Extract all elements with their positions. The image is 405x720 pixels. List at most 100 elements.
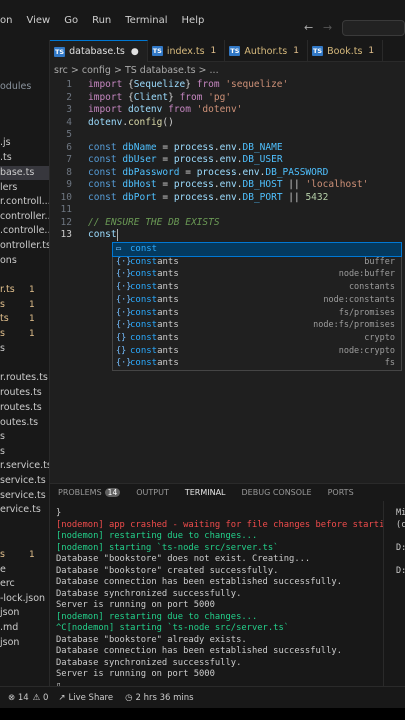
explorer-item[interactable]: ts	[0, 312, 9, 326]
command-center-search[interactable]	[342, 20, 405, 36]
suggestion-item[interactable]: {·} constants node:buffer	[113, 268, 401, 281]
tab-index[interactable]: TS index.ts 1	[148, 40, 226, 62]
explorer-item[interactable]: r.service.ts	[0, 459, 49, 473]
explorer-item[interactable]: erc	[0, 577, 15, 591]
explorer-item[interactable]: ontroller.ts	[0, 239, 49, 253]
suggestion-item[interactable]: {·} constants node:fs/promises	[113, 319, 401, 332]
explorer-item[interactable]: routes.ts	[0, 386, 42, 400]
line-number: 1	[66, 79, 72, 90]
code-line[interactable]: const dbPassword = process.env.DB_PASSWO…	[88, 167, 328, 180]
terminal-output[interactable]: } [nodemon] app crashed - waiting for fil…	[50, 501, 383, 686]
errors-status[interactable]: ⊗ 14	[8, 693, 29, 703]
suggestion-item[interactable]: {·} constants fs	[113, 357, 401, 370]
explorer-item[interactable]: s	[0, 342, 5, 356]
suggestion-item[interactable]: {·} constants buffer	[113, 256, 401, 269]
tab-book[interactable]: TS Book.ts 1	[308, 40, 384, 62]
explorer-item[interactable]: s	[0, 445, 5, 459]
explorer-item[interactable]: ervice.ts	[0, 503, 41, 517]
text-cursor	[117, 229, 118, 241]
explorer-item[interactable]: r.controll...	[0, 195, 49, 209]
suggestion-item[interactable]: {·} constants node:constants	[113, 294, 401, 307]
tab-problems[interactable]: PROBLEMS 14	[58, 488, 121, 497]
tab-database[interactable]: TS database.ts ●	[50, 40, 148, 62]
clock-icon: ◷	[125, 692, 133, 703]
explorer-item[interactable]: s	[0, 548, 5, 562]
explorer-item[interactable]: r.ts	[0, 283, 15, 297]
suggestion-item[interactable]: {·} constants constants	[113, 281, 401, 294]
code-token: // ENSURE THE DB EXISTS	[88, 216, 220, 228]
session-timer[interactable]: 2 hrs 36 mins	[136, 693, 194, 703]
explorer-item[interactable]: outes.ts	[0, 416, 38, 430]
suggestion-detail: fs/promises	[338, 307, 395, 318]
tab-debug-console[interactable]: DEBUG CONSOLE	[242, 488, 312, 497]
suggestion-item[interactable]: {} constants crypto	[113, 332, 401, 345]
tab-label: Book.ts	[327, 45, 363, 57]
explorer-item[interactable]: ons	[0, 254, 17, 268]
forward-arrow-icon[interactable]: →	[323, 21, 332, 34]
line-number: 2	[66, 91, 72, 103]
line-number: 9	[66, 179, 72, 190]
code-line[interactable]: const dbHost = process.env.DB_HOST || 'l…	[88, 179, 368, 192]
code-token: config	[128, 116, 163, 128]
code-line[interactable]: import {Sequelize} from 'sequelize'	[88, 79, 288, 92]
line-number: 4	[66, 116, 72, 128]
suggestion-item[interactable]: {} constants node:crypto	[113, 345, 401, 358]
code-line[interactable]: const dbUser = process.env.DB_USER	[88, 154, 283, 167]
suggestion-label: constants	[130, 332, 179, 343]
terminal-side-pane[interactable]: Mi(c D: D:	[383, 501, 405, 686]
explorer-item[interactable]: s	[0, 298, 5, 312]
suggestion-item[interactable]: {·} constants fs/promises	[113, 307, 401, 320]
side-terminal-line: (c	[396, 519, 405, 530]
tab-ports[interactable]: PORTS	[328, 488, 354, 497]
explorer-item[interactable]: .controlle...	[0, 224, 49, 238]
explorer-item[interactable]: s	[0, 327, 5, 341]
explorer-item[interactable]: json	[0, 606, 19, 620]
warnings-status[interactable]: ⚠ 0	[33, 693, 49, 703]
tab-author[interactable]: TS Author.ts 1	[225, 40, 308, 62]
tab-output[interactable]: OUTPUT	[136, 488, 169, 497]
explorer-item[interactable]: odules	[0, 80, 31, 94]
explorer-item[interactable]: service.ts	[0, 489, 46, 503]
menu-go[interactable]: Go	[64, 15, 78, 26]
unsaved-dot: ●	[130, 46, 139, 57]
autocomplete-suggestions: ▭ const {·} constants buffer {·} constants node…	[112, 242, 402, 371]
code-line[interactable]: // ENSURE THE DB EXISTS	[88, 217, 220, 230]
menu-run[interactable]: Run	[92, 15, 111, 26]
explorer-item[interactable]: lers	[0, 181, 17, 195]
explorer-item[interactable]: .js	[0, 136, 11, 150]
menu-item[interactable]: on	[0, 15, 12, 26]
menu-view[interactable]: View	[26, 15, 50, 26]
explorer-item[interactable]: .ts	[0, 151, 12, 165]
terminal-line: Server is running on port 5000	[56, 600, 215, 610]
explorer-item[interactable]: routes.ts	[0, 401, 42, 415]
explorer-item[interactable]: s	[0, 430, 5, 444]
menu-help[interactable]: Help	[182, 15, 205, 26]
code-line[interactable]: import {Client} from 'pg'	[88, 92, 231, 105]
liveshare-button[interactable]: Live Share	[69, 693, 114, 703]
panel-tabs: PROBLEMS 14 OUTPUT TERMINAL DEBUG CONSOLE…	[50, 483, 405, 502]
code-line[interactable]: import dotenv from 'dotenv'	[88, 104, 242, 117]
explorer-item[interactable]: json	[0, 636, 19, 650]
menu-terminal[interactable]: Terminal	[125, 15, 167, 26]
code-line[interactable]: dotenv.config()	[88, 117, 174, 130]
code-token: =	[156, 154, 174, 165]
back-arrow-icon[interactable]: ←	[304, 21, 313, 34]
explorer-item[interactable]: -lock.json	[0, 592, 45, 606]
explorer-item[interactable]: .md	[0, 621, 18, 635]
sidebar-problem-badge: 1	[29, 300, 35, 310]
code-token: ||	[282, 179, 306, 190]
suggestion-item[interactable]: ▭ const	[112, 242, 402, 257]
explorer-item[interactable]: r.routes.ts	[0, 371, 48, 385]
code-token: ()	[162, 116, 174, 128]
explorer-item[interactable]: service.ts	[0, 474, 46, 488]
tab-terminal[interactable]: TERMINAL	[184, 488, 226, 502]
breadcrumb[interactable]: src > config > TS database.ts > ...	[50, 62, 405, 78]
code-line[interactable]: const	[88, 229, 117, 242]
code-line[interactable]: const dbPort = process.env.DB_PORT || 54…	[88, 192, 328, 205]
terminal-line: [nodemon] app crashed - waiting for file…	[56, 519, 383, 530]
code-token: dbUser	[122, 154, 157, 165]
code-line[interactable]: const dbName = process.env.DB_NAME	[88, 142, 283, 155]
explorer-item[interactable]: e	[0, 563, 6, 577]
explorer-item[interactable]: controller...	[0, 210, 49, 224]
explorer-item[interactable]: base.ts	[0, 166, 49, 180]
